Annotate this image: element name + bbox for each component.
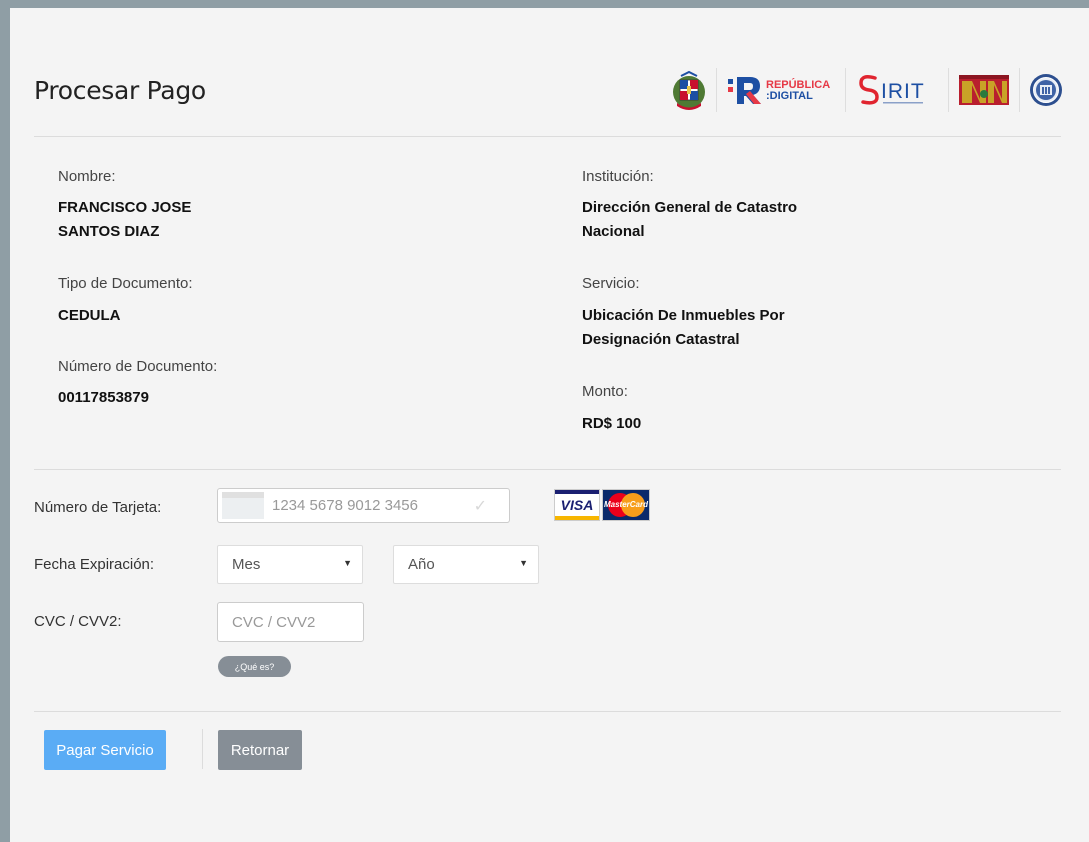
visa-text: VISA (560, 497, 594, 513)
year-value: Año (408, 556, 435, 573)
card-number-label: Número de Tarjeta: (34, 499, 162, 516)
cvc-placeholder: CVC / CVV2 (232, 613, 316, 631)
republica-digital-logo: REPÚBLICA :DIGITAL (717, 68, 846, 112)
check-icon: ✓ (473, 498, 487, 515)
institucion-value: Dirección General de Catastro Nacional (582, 196, 882, 244)
institucion-line-1: Dirección General de Catastro (582, 199, 798, 216)
institucion-label: Institución: (582, 168, 654, 185)
payment-panel (10, 8, 1089, 842)
chevron-down-icon: ▼ (343, 558, 352, 568)
dominican-coat-of-arms-icon (662, 68, 717, 112)
nombre-label: Nombre: (58, 168, 116, 185)
cvc-input[interactable]: CVC / CVV2 (217, 602, 364, 642)
seal-logo (1020, 68, 1063, 112)
servicio-line-1: Ubicación De Inmuebles Por (582, 307, 785, 324)
servicio-value: Ubicación De Inmuebles Por Designación C… (582, 304, 882, 352)
catastro-logo (949, 68, 1020, 112)
tipo-documento-value: CEDULA (58, 307, 121, 324)
cvc-label: CVC / CVV2: (34, 613, 122, 630)
monto-label: Monto: (582, 383, 628, 400)
sirit-text: IRIT (881, 80, 925, 103)
monto-value: RD$ 100 (582, 415, 642, 432)
visa-icon: VISA (554, 489, 600, 521)
header-divider (34, 136, 1061, 137)
expiry-year-select[interactable]: Año ▼ (393, 545, 539, 584)
page-title: Procesar Pago (34, 76, 206, 105)
card-number-placeholder: 1234 5678 9012 3456 (272, 497, 418, 514)
institucion-line-2: Nacional (582, 223, 645, 240)
mastercard-icon: MasterCard (602, 489, 650, 521)
numero-documento-value: 00117853879 (58, 389, 149, 406)
what-is-cvc-button[interactable]: ¿Qué es? (218, 656, 291, 677)
numero-documento-label: Número de Documento: (58, 358, 218, 375)
expiry-label: Fecha Expiración: (34, 556, 155, 573)
nombre-line-2: SANTOS DIAZ (58, 223, 160, 240)
partner-logos: REPÚBLICA :DIGITAL IRIT (662, 68, 1063, 112)
servicio-label: Servicio: (582, 275, 640, 292)
tipo-documento-label: Tipo de Documento: (58, 275, 193, 292)
servicio-line-2: Designación Catastral (582, 331, 740, 348)
month-value: Mes (232, 556, 261, 573)
card-number-input[interactable]: 1234 5678 9012 3456 ✓ (217, 488, 510, 523)
chevron-down-icon: ▼ (519, 558, 528, 568)
return-button[interactable]: Retornar (218, 730, 302, 770)
pay-service-button[interactable]: Pagar Servicio (44, 730, 166, 770)
sirit-logo: IRIT (846, 68, 949, 112)
card-type-icon (222, 492, 264, 519)
info-divider (34, 469, 1061, 470)
form-divider (34, 711, 1061, 712)
expiry-month-select[interactable]: Mes ▼ (217, 545, 363, 584)
accepted-cards: VISA MasterCard (554, 489, 650, 521)
mastercard-text: MasterCard (603, 500, 648, 509)
digital-text: :DIGITAL (766, 90, 813, 102)
nombre-line-1: FRANCISCO JOSE (58, 199, 192, 216)
actions-divider (202, 729, 203, 769)
nombre-value: FRANCISCO JOSE SANTOS DIAZ (58, 196, 358, 244)
